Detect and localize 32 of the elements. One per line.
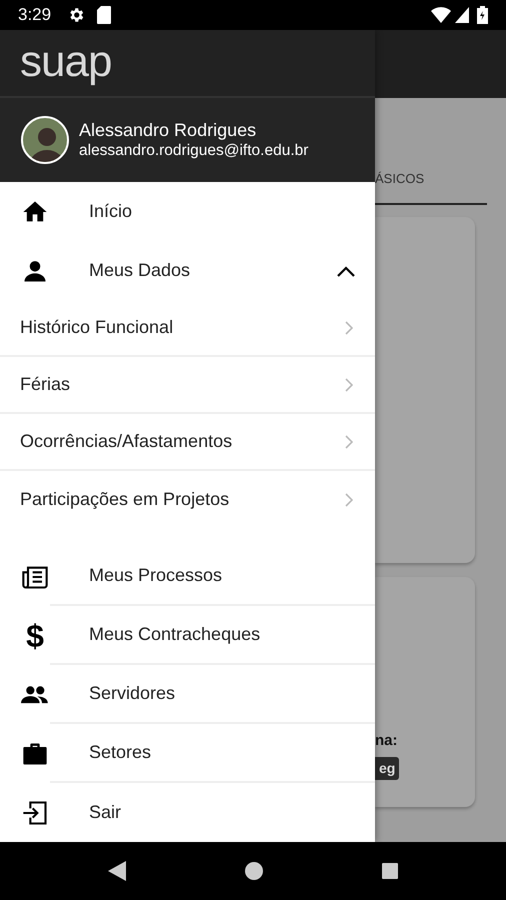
battery-icon (477, 6, 488, 24)
home-button-icon[interactable] (244, 862, 263, 880)
submenu-item[interactable]: Ocorrências/Afastamentos (0, 414, 375, 471)
dollar-icon: $ (26, 620, 44, 652)
logo: suap (20, 40, 112, 84)
menu-item[interactable]: Meus Processos (0, 547, 375, 606)
submenu-item[interactable]: Participações em Projetos (0, 471, 375, 528)
wifi-icon (431, 7, 451, 23)
menu-item[interactable]: Meus Dados (0, 241, 375, 300)
user-name: Alessandro Rodrigues (79, 120, 258, 142)
avatar (21, 116, 69, 164)
chevron-right-icon (345, 320, 353, 334)
back-icon[interactable] (108, 861, 126, 881)
sd-card-icon (97, 6, 112, 24)
signal-icon (455, 7, 469, 23)
recents-icon[interactable] (382, 863, 398, 879)
submenu-item[interactable]: Histórico Funcional (0, 300, 375, 357)
menu-item[interactable]: Início (0, 182, 375, 241)
tag: eg (375, 757, 400, 780)
chevron-right-icon (345, 492, 353, 506)
exit-icon (21, 798, 49, 826)
chevron-right-icon (345, 434, 353, 448)
menu-item[interactable]: Sair (0, 783, 375, 842)
user-email: alessandro.rodrigues@ifto.edu.br (79, 142, 308, 160)
chevron-right-icon (345, 378, 353, 392)
chevron-up-icon[interactable] (337, 264, 355, 276)
status-time: 3:29 (18, 4, 52, 26)
menu-item[interactable]: Setores (0, 724, 375, 783)
submenu-item[interactable]: Férias (0, 357, 375, 414)
field-label: na: (375, 731, 398, 751)
menu-item[interactable]: Servidores (0, 665, 375, 724)
menu-item[interactable]: $ Meus Contracheques (0, 606, 375, 665)
